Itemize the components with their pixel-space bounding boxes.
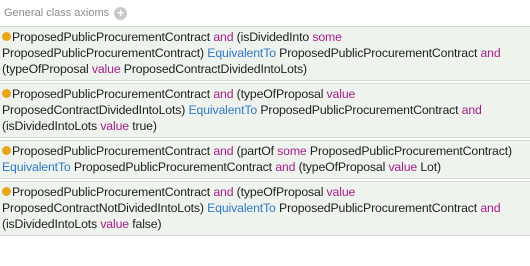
equivalent-to-keyword: EquivalentTo xyxy=(207,46,276,60)
class-expression-text: (isDividedIntoLots xyxy=(2,119,101,133)
equivalent-to-keyword: EquivalentTo xyxy=(207,201,276,215)
class-expression-text: ProposedPublicProcurementContract xyxy=(12,185,214,199)
axiom-line: ProposedContractDividedIntoLots) Equival… xyxy=(2,102,524,118)
keyword-token: and xyxy=(213,87,234,101)
class-expression-text: false) xyxy=(128,217,162,231)
axiom-row[interactable]: ProposedPublicProcurementContract and (t… xyxy=(0,181,530,236)
section-header: General class axioms + xyxy=(0,0,530,26)
axiom-line: (isDividedIntoLots value true) xyxy=(2,118,524,134)
keyword-token: value xyxy=(388,160,418,174)
keyword-token: value xyxy=(100,217,129,231)
axiom-row[interactable]: ProposedPublicProcurementContract and (t… xyxy=(0,83,530,138)
keyword-token: value xyxy=(91,62,121,76)
keyword-token: some xyxy=(277,144,307,158)
axiom-line: ProposedPublicProcurementContract and (t… xyxy=(2,86,524,102)
keyword-token: value xyxy=(326,87,356,101)
axiom-line: ProposedPublicProcurementContract) Equiv… xyxy=(2,45,524,61)
class-axiom-icon xyxy=(2,187,11,196)
class-expression-text: ProposedPublicProcurementContract xyxy=(12,30,214,44)
axiom-list: ProposedPublicProcurementContract and (i… xyxy=(0,26,530,236)
class-expression-text: (typeOfProposal xyxy=(233,87,327,101)
keyword-token: and xyxy=(480,201,501,215)
add-axiom-icon[interactable]: + xyxy=(114,6,128,20)
class-expression-text: ProposedPublicProcurementContract) xyxy=(306,144,512,158)
keyword-token: and xyxy=(275,160,296,174)
keyword-token: and xyxy=(480,46,501,60)
class-expression-text: (typeOfProposal xyxy=(295,160,389,174)
class-expression-text: ProposedPublicProcurementContract xyxy=(12,87,214,101)
axiom-row[interactable]: ProposedPublicProcurementContract and (p… xyxy=(0,140,530,179)
axiom-row[interactable]: ProposedPublicProcurementContract and (i… xyxy=(0,26,530,81)
class-expression-text: (isDividedInto xyxy=(233,30,313,44)
class-axiom-icon xyxy=(2,146,11,155)
axiom-line: ProposedPublicProcurementContract and (p… xyxy=(2,143,524,159)
class-expression-text: ProposedPublicProcurementContract xyxy=(12,144,214,158)
class-expression-text: ProposedPublicProcurementContract xyxy=(70,160,276,174)
equivalent-to-keyword: EquivalentTo xyxy=(2,160,71,174)
class-expression-text: ProposedContractDividedIntoLots) xyxy=(2,103,189,117)
keyword-token: and xyxy=(213,144,234,158)
keyword-token: some xyxy=(312,30,342,44)
class-expression-text: true) xyxy=(128,119,157,133)
class-expression-text: ProposedPublicProcurementContract xyxy=(275,201,481,215)
class-expression-text: ProposedPublicProcurementContract) xyxy=(2,46,208,60)
class-expression-text: Lot) xyxy=(417,160,441,174)
class-axiom-icon xyxy=(2,32,11,41)
axiom-line: ProposedPublicProcurementContract and (i… xyxy=(2,29,524,45)
keyword-token: value xyxy=(326,185,356,199)
class-expression-text: (typeOfProposal xyxy=(2,62,92,76)
class-expression-text: (typeOfProposal xyxy=(233,185,327,199)
axiom-line: EquivalentTo ProposedPublicProcurementCo… xyxy=(2,159,524,175)
axiom-line: (typeOfProposal value ProposedContractDi… xyxy=(2,61,524,77)
keyword-token: and xyxy=(213,185,234,199)
class-expression-text: (isDividedIntoLots xyxy=(2,217,101,231)
equivalent-to-keyword: EquivalentTo xyxy=(188,103,258,117)
class-expression-text: ProposedPublicProcurementContract xyxy=(275,46,481,60)
section-title: General class axioms xyxy=(4,7,110,19)
class-expression-text: (partOf xyxy=(233,144,278,158)
axiom-line: (isDividedIntoLots value false) xyxy=(2,216,524,232)
class-expression-text: ProposedContractNotDividedIntoLots) xyxy=(2,201,208,215)
keyword-token: and xyxy=(461,103,482,117)
class-expression-text: ProposedPublicProcurementContract xyxy=(257,103,462,117)
keyword-token: value xyxy=(100,119,129,133)
class-expression-text: ProposedContractDividedIntoLots) xyxy=(120,62,307,76)
class-axiom-icon xyxy=(2,89,11,98)
axiom-line: ProposedContractNotDividedIntoLots) Equi… xyxy=(2,200,524,216)
axiom-line: ProposedPublicProcurementContract and (t… xyxy=(2,184,524,200)
keyword-token: and xyxy=(213,30,234,44)
